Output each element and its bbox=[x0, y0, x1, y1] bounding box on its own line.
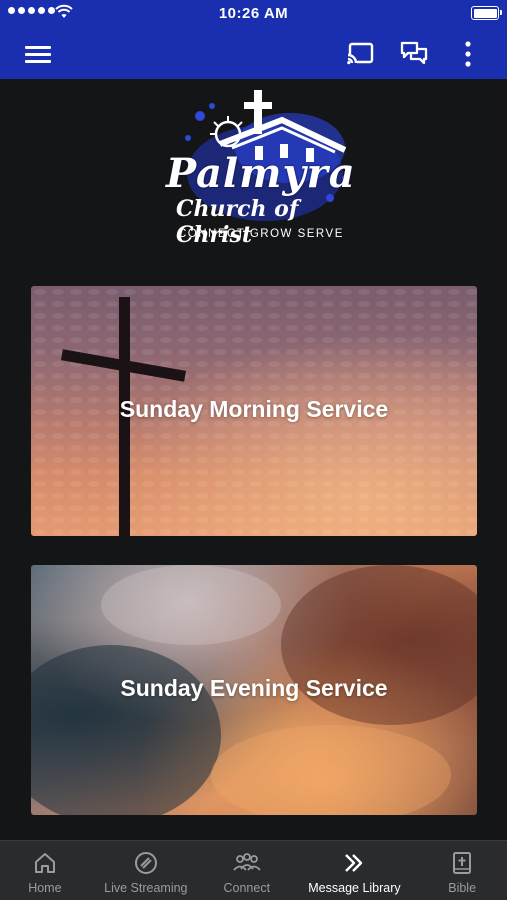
tab-label: Home bbox=[28, 881, 62, 895]
connect-group-icon bbox=[233, 853, 261, 871]
bible-icon bbox=[453, 852, 472, 874]
battery-icon bbox=[471, 6, 502, 20]
status-bar: 10:26 AM bbox=[0, 0, 507, 28]
cast-icon[interactable] bbox=[345, 38, 377, 70]
app-bar bbox=[0, 28, 507, 79]
bottom-tab-bar: Home Live Streaming Connect Message Libr… bbox=[0, 840, 507, 900]
sunday-morning-service-card[interactable]: Sunday Morning Service bbox=[31, 286, 477, 536]
chevrons-right-icon bbox=[345, 854, 363, 872]
church-logo: Palmyra Church of Christ CONNECT GROW SE… bbox=[140, 88, 370, 248]
live-streaming-icon bbox=[134, 852, 157, 874]
tab-message-library[interactable]: Message Library bbox=[292, 841, 418, 900]
logo-tagline: CONNECT GROW SERVE bbox=[178, 228, 344, 240]
more-vertical-icon[interactable] bbox=[452, 38, 484, 70]
logo-subtitle: Church of Christ bbox=[176, 196, 299, 248]
tab-live-streaming[interactable]: Live Streaming bbox=[90, 841, 202, 900]
logo-title: Palmyra bbox=[166, 150, 356, 197]
tab-label: Message Library bbox=[308, 881, 401, 895]
card-title: Sunday Evening Service bbox=[120, 675, 388, 701]
tab-home[interactable]: Home bbox=[0, 841, 90, 900]
chat-icon[interactable] bbox=[398, 38, 430, 70]
tab-label: Live Streaming bbox=[104, 881, 188, 895]
sunday-evening-service-card[interactable]: Sunday Evening Service bbox=[31, 565, 477, 815]
hamburger-menu-icon[interactable] bbox=[22, 40, 56, 68]
card-title: Sunday Morning Service bbox=[119, 396, 389, 422]
tab-label: Connect bbox=[223, 881, 271, 895]
home-icon bbox=[34, 853, 55, 873]
tab-label: Bible bbox=[448, 881, 477, 895]
status-time: 10:26 AM bbox=[218, 5, 289, 22]
tab-connect[interactable]: Connect bbox=[202, 841, 292, 900]
tab-bible[interactable]: Bible bbox=[417, 841, 507, 900]
